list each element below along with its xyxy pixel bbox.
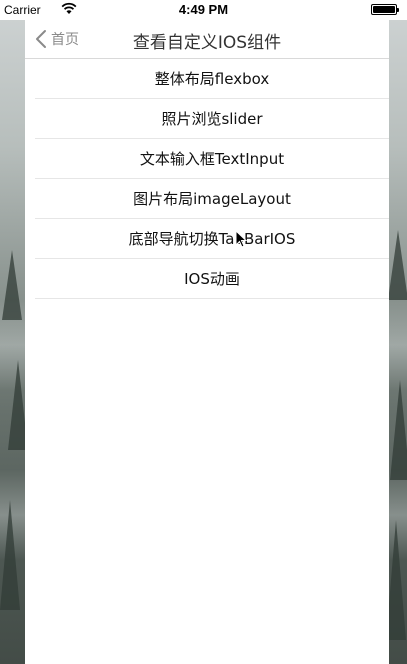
back-button[interactable]: 首页 [35, 26, 79, 52]
battery-level-fill [373, 6, 395, 13]
menu-item-tabbar[interactable]: 底部导航切换TabBarIOS [35, 219, 389, 259]
battery-tip [397, 8, 399, 12]
navigation-bar: 首页 查看自定义IOS组件 [25, 20, 389, 59]
back-button-label: 首页 [51, 32, 79, 48]
app-panel: 首页 查看自定义IOS组件 整体布局flexbox 照片浏览slider 文本输… [25, 20, 389, 664]
tree-shape [388, 230, 407, 300]
tree-shape [390, 380, 407, 480]
battery-icon [371, 4, 399, 15]
menu-item-image-layout[interactable]: 图片布局imageLayout [35, 179, 389, 219]
page-title: 查看自定义IOS组件 [132, 33, 282, 53]
menu-item-flexbox[interactable]: 整体布局flexbox [35, 59, 389, 99]
mouse-pointer-icon [235, 230, 247, 248]
chevron-left-icon [36, 30, 46, 48]
status-time: 4:49 PM [178, 2, 229, 17]
menu-item-slider[interactable]: 照片浏览slider [35, 99, 389, 139]
component-menu-list: 整体布局flexbox 照片浏览slider 文本输入框TextInput 图片… [25, 59, 389, 299]
tree-shape [2, 250, 22, 320]
menu-item-animation[interactable]: IOS动画 [35, 259, 389, 299]
menu-item-textinput[interactable]: 文本输入框TextInput [35, 139, 389, 179]
status-bar: Carrier 4:49 PM [0, 0, 407, 20]
tree-shape [0, 500, 20, 610]
tree-shape [386, 520, 406, 640]
